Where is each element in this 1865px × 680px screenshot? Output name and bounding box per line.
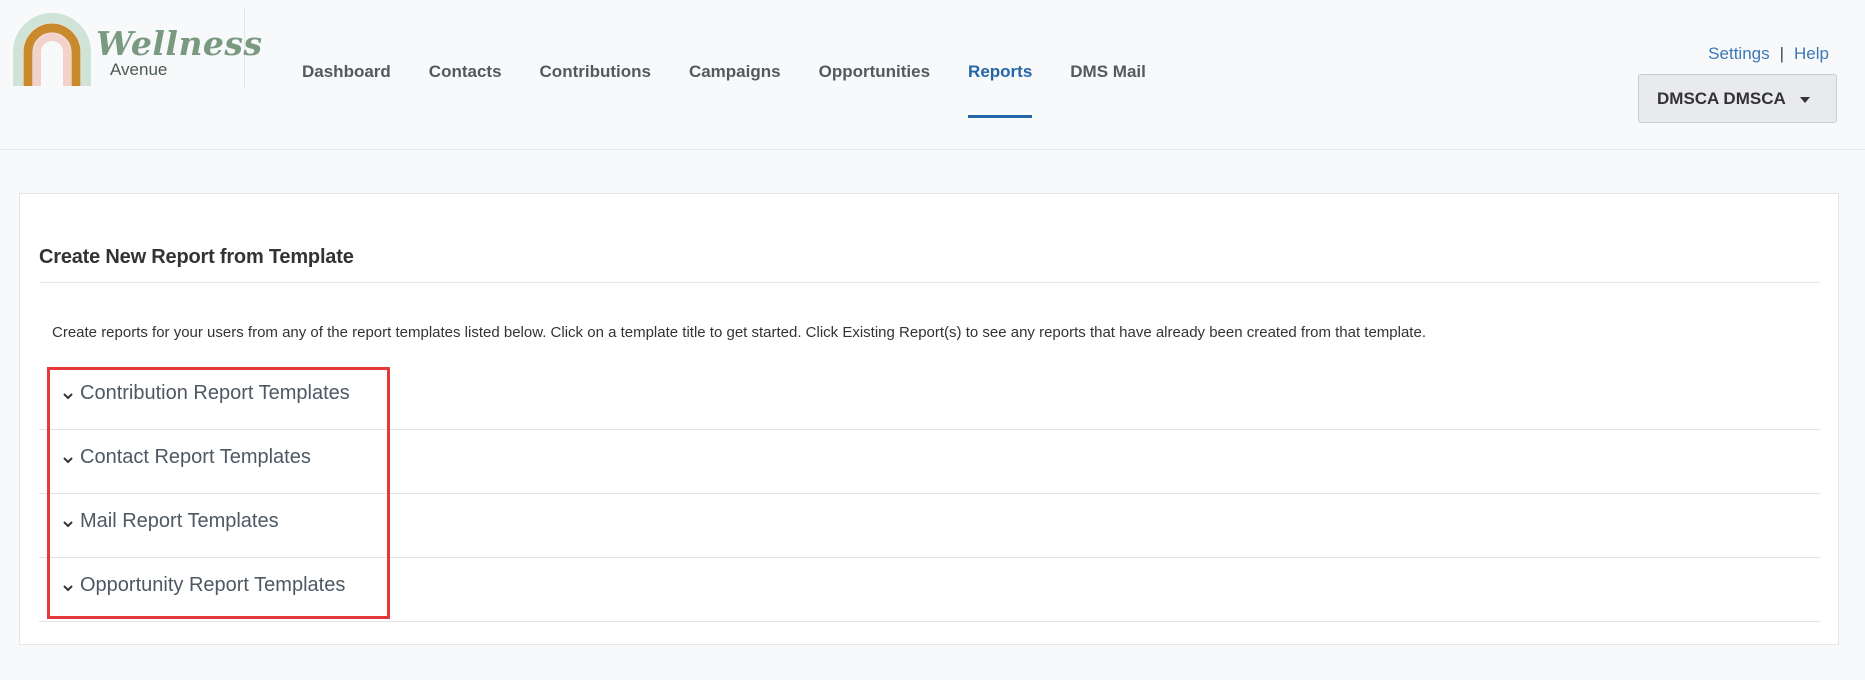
- nav-campaigns[interactable]: Campaigns: [689, 0, 781, 118]
- nav-dms-mail[interactable]: DMS Mail: [1070, 0, 1146, 118]
- top-links: Settings | Help: [1708, 44, 1829, 64]
- logo-wordmark: Wellness: [96, 24, 263, 63]
- help-link[interactable]: Help: [1794, 44, 1829, 63]
- user-name: DMSCA DMSCA: [1657, 89, 1786, 108]
- nav-contacts[interactable]: Contacts: [429, 0, 502, 118]
- accordion-contact-templates[interactable]: Contact Report Templates: [39, 430, 1820, 494]
- settings-link[interactable]: Settings: [1708, 44, 1769, 63]
- app-header: Wellness Avenue Dashboard Contacts Contr…: [0, 0, 1865, 150]
- accordion-label: Contact Report Templates: [80, 446, 311, 468]
- accordion-mail-templates[interactable]: Mail Report Templates: [39, 494, 1820, 558]
- chevron-down-icon: [63, 521, 73, 528]
- nav-reports[interactable]: Reports: [968, 0, 1033, 118]
- accordion-label: Mail Report Templates: [80, 510, 279, 532]
- main-nav: Dashboard Contacts Contributions Campaig…: [283, 0, 1165, 118]
- template-accordion: Contribution Report Templates Contact Re…: [39, 366, 1820, 622]
- nav-contributions[interactable]: Contributions: [540, 0, 651, 118]
- rainbow-logo-icon: [13, 13, 91, 86]
- accordion-label: Opportunity Report Templates: [80, 574, 346, 596]
- report-templates-card: Create New Report from Template Create r…: [19, 193, 1839, 645]
- intro-text: Create reports for your users from any o…: [52, 324, 1426, 341]
- divider: [39, 282, 1820, 283]
- user-menu-button[interactable]: DMSCA DMSCA: [1638, 74, 1837, 123]
- chevron-down-icon: [63, 393, 73, 400]
- nav-opportunities[interactable]: Opportunities: [819, 0, 930, 118]
- chevron-down-icon: [63, 585, 73, 592]
- accordion-label: Contribution Report Templates: [80, 382, 350, 404]
- accordion-opportunity-templates[interactable]: Opportunity Report Templates: [39, 558, 1820, 622]
- accordion-contribution-templates[interactable]: Contribution Report Templates: [39, 366, 1820, 430]
- page-title: Create New Report from Template: [39, 246, 354, 268]
- chevron-down-icon: [63, 457, 73, 464]
- link-separator: |: [1779, 44, 1785, 63]
- logo[interactable]: Wellness Avenue: [12, 8, 262, 88]
- caret-down-icon: [1800, 97, 1810, 103]
- nav-dashboard[interactable]: Dashboard: [302, 0, 391, 118]
- logo-subtitle: Avenue: [110, 60, 168, 79]
